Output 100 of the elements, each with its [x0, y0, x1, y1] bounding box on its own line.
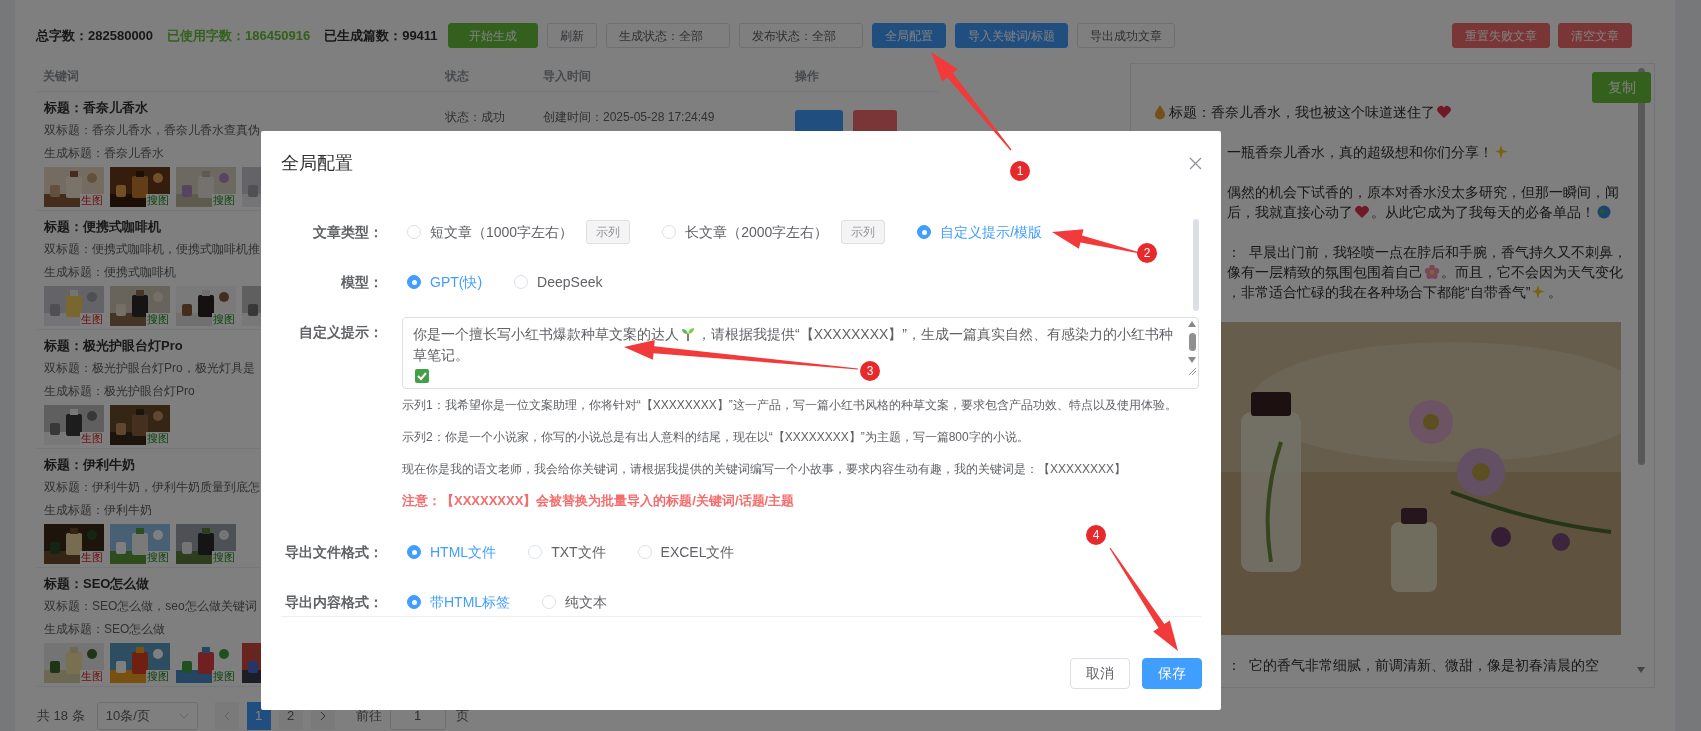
keyword-text: 双标题：极光护眼台灯Pro，极光灯具是: [44, 360, 255, 377]
status-select[interactable]: 发布状态：全部: [738, 23, 863, 48]
chevron-left-icon: [223, 711, 230, 721]
sprout-icon: [680, 326, 696, 342]
warning-text: 注意：【XXXXXXXX】会被替换为批量导入的标题/关键词/话题/主题: [402, 492, 796, 510]
drop-icon: [1152, 104, 1168, 120]
flower-icon: [1424, 264, 1440, 280]
field-label: 导出内容格式：: [285, 594, 383, 610]
keyword-text: 生成标题：极光护眼台灯Pro: [44, 383, 195, 400]
radio-option[interactable]: HTML文件: [407, 541, 497, 563]
chevron-right-icon: [319, 711, 326, 721]
image-tag: 搜图: [146, 313, 170, 326]
scroll-down-icon: [1637, 667, 1645, 673]
scrollbar-thumb: [1188, 333, 1196, 351]
radio-option[interactable]: 长文章（2000字左右）: [662, 221, 829, 243]
example-button[interactable]: 示列: [586, 220, 631, 244]
radio-option[interactable]: 短文章（1000字左右）: [407, 221, 574, 243]
resize-handle-icon[interactable]: [1187, 367, 1197, 376]
article-text: 。而且，它不会因为天气变化: [1441, 264, 1623, 280]
radio-option[interactable]: 带HTML标签: [407, 591, 511, 613]
action-button[interactable]: [853, 110, 897, 134]
image-tag: 生图: [80, 313, 104, 326]
article-text: 标题：香奈儿香水，我也被这个味道迷住了: [1169, 104, 1435, 120]
globe-icon: [1596, 204, 1612, 220]
radio-option[interactable]: GPT(快): [407, 271, 483, 293]
image-tag: 搜图: [212, 194, 236, 207]
status-select[interactable]: 生成状态：全部: [605, 23, 730, 48]
keyword-title: 标题：伊利牛奶: [44, 456, 135, 474]
article-text: ： 早晨出门前，我轻喷一点在脖后和手腕，香气持久又不刺鼻，: [1227, 244, 1627, 260]
copy-button[interactable]: 复制: [1592, 72, 1651, 103]
field-label: 自定义提示：: [299, 324, 383, 340]
example-text: 现在你是我的语文老师，我会给你关键词，请根据我提供的关键词编写一个小故事，要求内容生动有趣，我的关键词是：【XXXXXXXX】: [402, 461, 1128, 478]
toolbar-button[interactable]: 开始生成: [447, 23, 538, 48]
article-text: 像有一层精致的氛围包围着自己: [1227, 264, 1423, 280]
keyword-text: 双标题：香奈儿香水，香奈儿香水查真伪: [44, 122, 260, 139]
keyword-text: 生成标题：伊利牛奶: [44, 502, 152, 519]
heart-icon: [1354, 204, 1370, 220]
dialog-title: 全局配置: [281, 151, 353, 175]
field-label: 导出文件格式：: [285, 544, 383, 560]
close-icon[interactable]: [1189, 156, 1202, 170]
field-label: 模型：: [341, 274, 383, 290]
check-icon: [414, 368, 430, 384]
article-text: 。从此它成为了我每天的必备单品！: [1371, 204, 1595, 220]
image-tag: 搜图: [146, 194, 170, 207]
image-tag: 生图: [80, 670, 104, 683]
keyword-title: 标题：香奈儿香水: [44, 99, 148, 117]
stat-text: 已使用字数：186450916: [167, 26, 311, 45]
radio-option[interactable]: DeepSeek: [514, 271, 603, 293]
example-button[interactable]: 示列: [841, 220, 886, 244]
image-tag: 搜图: [212, 551, 236, 564]
radio-option[interactable]: TXT文件: [528, 541, 606, 563]
dialog-button[interactable]: 保存: [1142, 658, 1202, 689]
image-tag: 搜图: [146, 551, 170, 564]
page-suffix: 页: [455, 707, 469, 726]
article-text: ，非常适合忙碌的我在各种场合下都能“自带香气”: [1227, 284, 1531, 300]
page-button[interactable]: 1: [246, 702, 271, 730]
toolbar-button[interactable]: 刷新: [546, 23, 597, 48]
scroll-up-icon: [1188, 321, 1196, 327]
sparkle-icon: [1531, 284, 1548, 300]
article-text: 后，我就直接心动了: [1227, 204, 1353, 220]
radio-option[interactable]: EXCEL文件: [637, 541, 735, 563]
scroll-down-icon: [1188, 357, 1196, 363]
image-tag: 搜图: [146, 432, 170, 445]
heart-icon: [1436, 104, 1452, 120]
goto-label: 前往: [355, 707, 382, 726]
dialog-button[interactable]: 取消: [1070, 658, 1130, 689]
keyword-text: 生成标题：便携式咖啡机: [44, 264, 176, 281]
keyword-title: 标题：SEO怎么做: [44, 575, 150, 593]
field-label: 文章类型：: [313, 224, 383, 240]
stat-text: 已生成篇数：99411: [324, 26, 438, 45]
toolbar-button[interactable]: 导入关键词/标题: [954, 23, 1068, 48]
chevron-down-icon: [178, 713, 189, 719]
radio-option[interactable]: 纯文本: [542, 591, 608, 613]
image-tag: 搜图: [212, 313, 236, 326]
image-tag: 生图: [80, 432, 104, 445]
keyword-title: 标题：极光护眼台灯Pro: [44, 337, 183, 355]
article-text: 。: [1548, 284, 1563, 300]
toolbar-button[interactable]: 清空文章: [1558, 23, 1632, 48]
keyword-text: 双标题：伊利牛奶，伊利牛奶质量到底怎: [44, 479, 260, 496]
keyword-text: 双标题：SEO怎么做，seo怎么做关键词: [44, 598, 257, 615]
example-text: 示列2：你是一个小说家，你写的小说总是有出人意料的结尾，现在以“【XXXXXXXX】”为主题，写一篇800字的小说。: [402, 429, 1030, 446]
action-button[interactable]: [795, 110, 843, 134]
article-text: ： 它的香气非常细腻，前调清新、微甜，像是初春清晨的空: [1227, 657, 1599, 673]
keyword-text: 生成标题：香奈儿香水: [44, 145, 164, 162]
image-tag: 搜图: [146, 670, 170, 683]
article-text: 一瓶香奈儿香水，真的超级想和你们分享！: [1227, 144, 1493, 160]
toolbar-button[interactable]: 导出成功文章: [1076, 23, 1175, 48]
keyword-title: 标题：便携式咖啡机: [44, 218, 161, 236]
page-size-select[interactable]: 10条/页: [96, 702, 198, 730]
example-text: 示列1：我希望你是一位文案助理，你将针对“【XXXXXXXX】”这一产品，写一篇小红书风格的种草文案，要求包含产品功效、特点以及使用体验。: [402, 397, 1177, 414]
stat-text: 总字数：282580000: [36, 26, 154, 45]
radio-option[interactable]: 自定义提示/模版: [917, 221, 1043, 243]
sparkle-icon: [1494, 144, 1510, 160]
status-text: 状态：成功: [445, 110, 505, 124]
keyword-text: 生成标题：SEO怎么做: [44, 621, 166, 638]
image-tag: 生图: [80, 551, 104, 564]
created-time: 创建时间：2025-05-28 17:24:49: [543, 110, 715, 124]
toolbar-button[interactable]: 全局配置: [871, 23, 946, 48]
article-text: 偶然的机会下试香的，原本对香水没太多研究，但那一瞬间，闻: [1227, 184, 1619, 200]
image-tag: 搜图: [212, 670, 236, 683]
